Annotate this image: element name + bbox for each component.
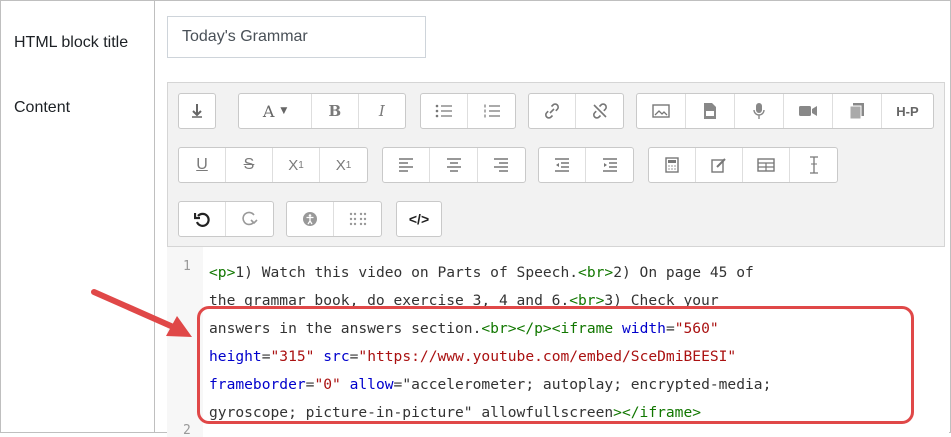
h5p-button[interactable]: H-P	[882, 94, 933, 128]
code-line: <p>1) Watch this video on Parts of Speec…	[209, 264, 754, 281]
toolbar-group-history	[178, 201, 274, 237]
image-icon[interactable]	[637, 94, 686, 128]
strikethrough-icon[interactable]: S	[226, 148, 273, 182]
edit-icon[interactable]	[696, 148, 743, 182]
manage-files-icon[interactable]	[833, 94, 882, 128]
align-left-icon[interactable]	[383, 148, 431, 182]
subscript-icon[interactable]: X1	[273, 148, 320, 182]
bold-button[interactable]: B	[312, 94, 359, 128]
annotation-arrow-icon	[91, 289, 192, 337]
screenreader-helper-icon[interactable]	[334, 202, 381, 236]
microphone-icon[interactable]	[735, 94, 784, 128]
italic-button[interactable]: I	[359, 94, 405, 128]
media-icon[interactable]	[686, 94, 735, 128]
line-number: 1	[183, 259, 191, 274]
label-column-divider	[154, 0, 155, 433]
table-icon[interactable]	[743, 148, 790, 182]
align-right-icon[interactable]	[478, 148, 525, 182]
toolbar-group-more	[178, 93, 216, 129]
unlink-icon[interactable]	[576, 94, 623, 128]
clear-formatting-icon[interactable]	[790, 148, 837, 182]
outdent-icon[interactable]	[539, 148, 586, 182]
undo-icon[interactable]	[179, 202, 226, 236]
format-label: A	[262, 101, 275, 121]
link-icon[interactable]	[529, 94, 576, 128]
content-label: Content	[14, 99, 71, 116]
toolbar-group-align	[382, 147, 526, 183]
show-more-icon[interactable]	[179, 94, 215, 128]
unordered-list-icon[interactable]	[421, 94, 468, 128]
accessibility-checker-icon[interactable]	[287, 202, 334, 236]
underline-icon[interactable]: U	[179, 148, 226, 182]
toolbar-group-insert	[648, 147, 838, 183]
toolbar-group-format: A ▼ B I	[238, 93, 406, 129]
annotation-highlight-box	[197, 306, 914, 424]
align-center-icon[interactable]	[430, 148, 478, 182]
toolbar-group-accessibility	[286, 201, 382, 237]
html-source-icon[interactable]: </>	[397, 202, 441, 236]
calculator-icon[interactable]	[649, 148, 696, 182]
redo-icon[interactable]	[226, 202, 273, 236]
ordered-list-icon[interactable]	[468, 94, 515, 128]
superscript-icon[interactable]: X1	[320, 148, 367, 182]
html-block-title-label: HTML block title	[14, 34, 129, 51]
paragraph-style-button[interactable]: A ▼	[239, 94, 313, 128]
video-camera-icon[interactable]	[784, 94, 833, 128]
editor-toolbar: A ▼ B I H-P U S X 1 X 1 </>	[167, 82, 945, 247]
toolbar-group-text-style: U S X1 X1	[178, 147, 368, 183]
html-block-title-input[interactable]: Today's Grammar	[167, 16, 426, 58]
indent-icon[interactable]	[586, 148, 633, 182]
toolbar-group-indent	[538, 147, 634, 183]
toolbar-group-lists	[420, 93, 516, 129]
chevron-down-icon: ▼	[280, 106, 288, 116]
toolbar-group-media: H-P	[636, 93, 934, 129]
toolbar-group-links	[528, 93, 624, 129]
line-number: 2	[183, 423, 191, 437]
toolbar-group-source: </>	[396, 201, 442, 237]
